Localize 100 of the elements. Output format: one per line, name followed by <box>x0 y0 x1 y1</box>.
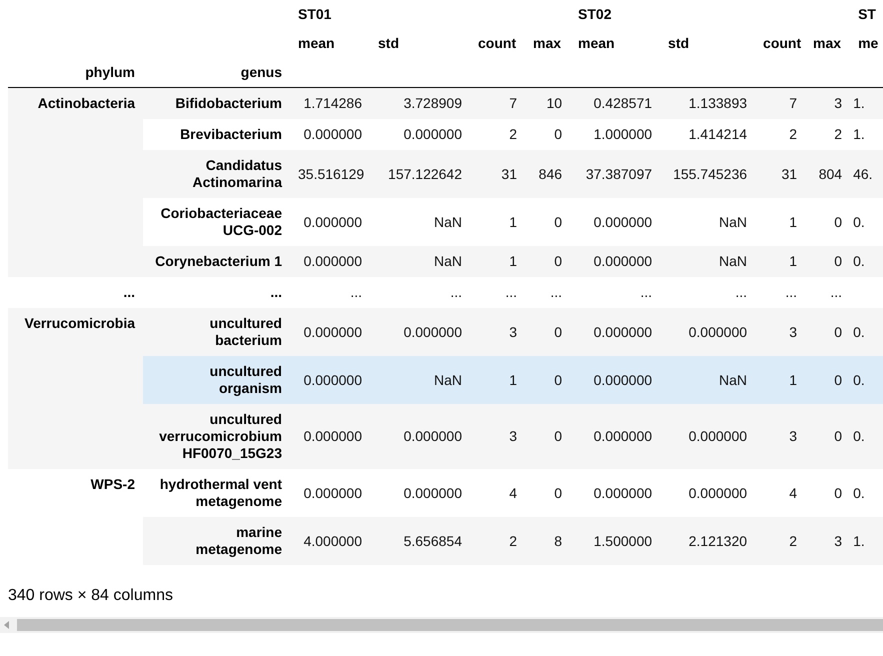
index-cell: Verrucomicrobia <box>8 308 143 469</box>
table-cell: 0.000000 <box>290 119 370 150</box>
table-cell: 0.000000 <box>570 308 660 356</box>
header-cell-text: ST <box>857 5 877 24</box>
table-cell: 0.000000 <box>290 198 370 246</box>
table-cell: 1.500000 <box>570 517 660 565</box>
table-cell: ... <box>290 277 370 308</box>
index-name: phylum <box>8 58 143 88</box>
table-cell: 1.000000 <box>570 119 660 150</box>
table-cell: NaN <box>370 356 470 404</box>
header-cell-text: std <box>667 34 690 53</box>
table-cell: ... <box>370 277 470 308</box>
index-cell: Corynebacterium 1 <box>143 246 290 277</box>
table-cell: 0.000000 <box>290 404 370 469</box>
table-cell: 3.728909 <box>370 88 470 119</box>
table-cell: 7 <box>470 88 525 119</box>
table-cell: 31 <box>470 150 525 198</box>
table-cell: 1.714286 <box>290 88 370 119</box>
table-cell: 0.000000 <box>290 356 370 404</box>
table-cell: 1 <box>470 356 525 404</box>
table-cell: 1 <box>470 246 525 277</box>
table-cell: 3 <box>470 404 525 469</box>
table-cell: 0.000000 <box>660 308 756 356</box>
table-cell: 0.000000 <box>370 308 470 356</box>
table-cell: 1 <box>755 198 806 246</box>
table-cell: 157.122642 <box>370 150 470 198</box>
table-cell: 0.000000 <box>660 404 756 469</box>
table-cell: 804 <box>805 150 850 198</box>
index-cell: ... <box>143 277 290 308</box>
header-cell-text: count <box>762 34 802 53</box>
table-cell: 2 <box>755 517 806 565</box>
table-cell: 0. <box>850 246 883 277</box>
table-cell: 2 <box>470 517 525 565</box>
table-cell: 3 <box>755 308 806 356</box>
table-cell: 0.000000 <box>570 469 660 517</box>
table-cell: NaN <box>370 198 470 246</box>
index-cell: uncultured bacterium <box>143 308 290 356</box>
table-cell: 0 <box>525 246 570 277</box>
table-cell: 0 <box>805 404 850 469</box>
table-cell: 0 <box>805 246 850 277</box>
table-cell: 31 <box>755 150 806 198</box>
horizontal-scrollbar[interactable] <box>0 617 883 633</box>
index-cell: WPS-2 <box>8 469 143 565</box>
table-cell: 2 <box>805 119 850 150</box>
table-cell: 0.000000 <box>570 198 660 246</box>
table-cell: 4.000000 <box>290 517 370 565</box>
table-cell: 846 <box>525 150 570 198</box>
index-cell: Coriobacteriaceae UCG-002 <box>143 198 290 246</box>
index-cell: hydrothermal vent metagenome <box>143 469 290 517</box>
table-cell: 0.000000 <box>660 469 756 517</box>
table-cell: 1 <box>470 198 525 246</box>
table-cell: 0 <box>525 469 570 517</box>
table-cell: 2 <box>755 119 806 150</box>
scrollbar-thumb[interactable] <box>17 619 883 631</box>
table-cell: 2.121320 <box>660 517 756 565</box>
table-cell: 3 <box>755 404 806 469</box>
table-cell: 0.000000 <box>370 119 470 150</box>
table-cell: 0 <box>805 356 850 404</box>
table-cell: 0 <box>805 198 850 246</box>
header-cell-text: me <box>857 34 880 53</box>
table-cell: 8 <box>525 517 570 565</box>
table-cell: 0. <box>850 198 883 246</box>
table-cell: 0.000000 <box>570 246 660 277</box>
index-cell: marine metagenome <box>143 517 290 565</box>
table-cell: 0. <box>850 308 883 356</box>
table-cell: 0 <box>525 356 570 404</box>
table-cell: 0 <box>525 198 570 246</box>
table-cell: 1.133893 <box>660 88 756 119</box>
table-cell: 0.428571 <box>570 88 660 119</box>
row-count-text: 340 rows × 84 columns <box>8 587 174 606</box>
index-name: genus <box>143 58 290 88</box>
table-cell: ... <box>525 277 570 308</box>
table-cell: 1.414214 <box>660 119 756 150</box>
table-cell: NaN <box>370 246 470 277</box>
table-cell: 0. <box>850 469 883 517</box>
table-cell: 1. <box>850 517 883 565</box>
table-cell: 0.000000 <box>570 404 660 469</box>
index-cell: ... <box>8 277 143 308</box>
table-cell: 3 <box>805 88 850 119</box>
table-cell: NaN <box>660 356 756 404</box>
table-cell: 0. <box>850 404 883 469</box>
table-cell: 155.745236 <box>660 150 756 198</box>
table-cell: ... <box>805 277 850 308</box>
table-cell: NaN <box>660 246 756 277</box>
table-cell: 3 <box>805 517 850 565</box>
index-cell: uncultured organism <box>143 356 290 404</box>
table-cell: 1. <box>850 88 883 119</box>
table-cell: 1. <box>850 119 883 150</box>
header-cell-text: std <box>377 34 400 53</box>
table-cell: 0 <box>805 308 850 356</box>
table-cell: 0.000000 <box>290 246 370 277</box>
table-cell: 46. <box>850 150 883 198</box>
header-cell-text: count <box>477 34 518 53</box>
index-cell: uncultured verrucomicrobium HF0070_15G23 <box>143 404 290 469</box>
table-cell: ... <box>755 277 806 308</box>
header-cell-text: ST01 <box>297 5 332 24</box>
table-cell: ... <box>570 277 660 308</box>
header-cell-text: max <box>532 34 562 53</box>
header-cell-text: mean <box>577 34 616 53</box>
table-cell: ... <box>470 277 525 308</box>
